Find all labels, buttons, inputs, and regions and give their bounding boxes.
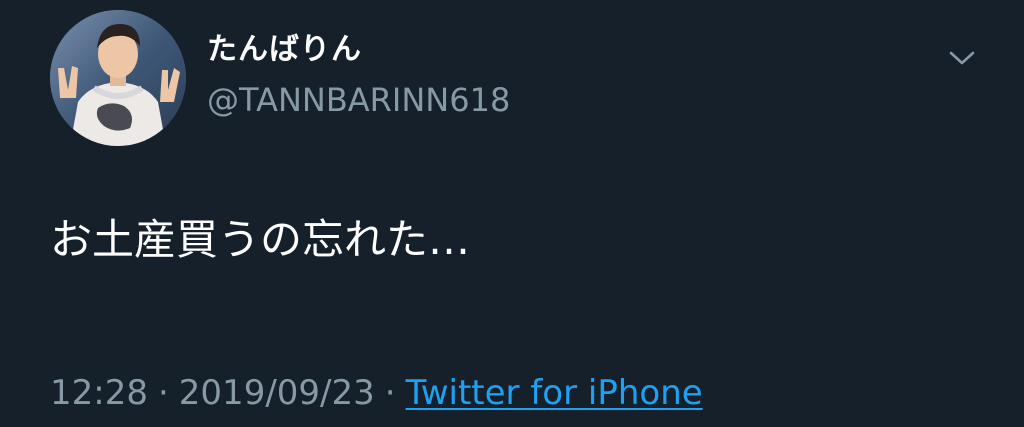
- tweet-time[interactable]: 12:28: [50, 373, 148, 413]
- display-name[interactable]: たんばりん: [207, 30, 362, 70]
- meta-separator: ·: [157, 373, 169, 413]
- meta-separator: ·: [384, 373, 396, 413]
- more-options-button[interactable]: [942, 38, 982, 78]
- tweet-card: たんばりん @TANNBARINN618 お土産買うの忘れた… 12:28 · 20…: [0, 0, 1024, 427]
- source-link[interactable]: Twitter for iPhone: [406, 373, 703, 413]
- tweet-date[interactable]: 2019/09/23: [179, 373, 375, 413]
- avatar-photo-icon: [50, 10, 186, 146]
- user-handle[interactable]: @TANNBARINN618: [207, 80, 510, 120]
- avatar[interactable]: [50, 10, 186, 146]
- tweet-meta: 12:28 · 2019/09/23 · Twitter for iPhone: [50, 370, 703, 416]
- chevron-down-icon: [949, 51, 975, 65]
- tweet-text: お土産買うの忘れた…: [50, 215, 471, 264]
